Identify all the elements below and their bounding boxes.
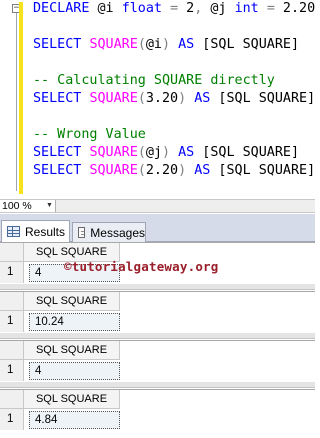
- code-token: (: [137, 37, 146, 52]
- code-token: DECLARE: [33, 1, 90, 16]
- code-token: -- Calculating SQUARE directly: [33, 73, 275, 88]
- code-token: SELECT: [33, 145, 82, 160]
- tab-results-label: Results: [25, 224, 66, 239]
- watermark: ©tutorialgateway.org: [64, 259, 219, 274]
- tab-messages[interactable]: Messages: [72, 222, 146, 242]
- code-line[interactable]: -- Calculating SQUARE directly: [33, 72, 275, 90]
- code-token: 2.20: [274, 1, 315, 16]
- grid-separator[interactable]: [0, 284, 315, 290]
- result-tabs: Results Messages: [0, 214, 315, 242]
- grid-corner[interactable]: [0, 341, 24, 360]
- messages-icon: [78, 227, 86, 238]
- outline-gutter-line: [16, 6, 17, 191]
- code-token: (: [137, 145, 146, 160]
- code-line[interactable]: SELECT SQUARE(3.20) AS [SQL SQUARE]: [33, 90, 315, 108]
- tab-messages-label: Messages: [90, 225, 145, 240]
- grid-separator[interactable]: [0, 382, 315, 388]
- code-line[interactable]: -- Wrong Value: [33, 126, 146, 144]
- code-token: ): [162, 145, 171, 160]
- result-cell[interactable]: 10.24: [29, 313, 120, 331]
- code-token: 2: [178, 1, 195, 16]
- code-token: @i: [145, 37, 162, 52]
- code-token: SQUARE: [89, 37, 138, 52]
- result-cell[interactable]: 4: [29, 362, 120, 380]
- code-line[interactable]: SELECT SQUARE(@i) AS [SQL SQUARE]: [33, 36, 299, 54]
- results-pane: SQL SQUARE 1 4 ©tutorialgateway.org SQL …: [0, 242, 315, 438]
- code-token: (: [137, 163, 146, 178]
- code-token: SQUARE: [89, 145, 138, 160]
- code-line[interactable]: DECLARE @i float = 2, @j int = 2.20: [33, 0, 315, 18]
- row-number[interactable]: 1: [0, 409, 24, 430]
- code-token: ): [178, 91, 187, 106]
- result-grid-4: SQL SQUARE 1 4.84: [0, 389, 315, 431]
- code-token: [SQL SQUARE]: [210, 91, 315, 106]
- code-line[interactable]: SELECT SQUARE(@j) AS [SQL SQUARE]: [33, 144, 299, 162]
- result-grid-2: SQL SQUARE 1 10.24: [0, 291, 315, 333]
- code-token: float: [121, 1, 162, 16]
- editor-status-strip: 100 % ▼: [0, 199, 315, 213]
- code-token: SELECT: [33, 163, 82, 178]
- code-token: =: [266, 1, 275, 16]
- code-token: SELECT: [33, 37, 82, 52]
- query-editor[interactable]: − DECLARE @i float = 2, @j int = 2.20 SEL…: [0, 0, 315, 199]
- grid-corner[interactable]: [0, 390, 24, 409]
- chevron-down-icon[interactable]: ▼: [46, 200, 53, 212]
- code-token: ): [178, 163, 187, 178]
- grid-corner[interactable]: [0, 243, 24, 262]
- code-token: =: [170, 1, 179, 16]
- result-cell[interactable]: 4.84: [29, 411, 120, 429]
- code-token: @j: [145, 145, 162, 160]
- code-token: SQUARE: [89, 163, 138, 178]
- result-grid-3: SQL SQUARE 1 4: [0, 340, 315, 382]
- code-token: AS: [178, 145, 195, 160]
- code-token: [SQL SQUARE]: [194, 37, 300, 52]
- change-tracking-bar: [19, 2, 23, 194]
- column-header[interactable]: SQL SQUARE: [24, 292, 120, 311]
- code-token: AS: [194, 91, 211, 106]
- code-token: SELECT: [33, 91, 82, 106]
- zoom-dropdown[interactable]: 100 % ▼: [0, 200, 56, 212]
- code-line[interactable]: SELECT SQUARE(2.20) AS [SQL SQUARE]: [33, 162, 315, 180]
- code-token: -- Wrong Value: [33, 127, 146, 142]
- code-token: [SQL SQUARE]: [194, 145, 300, 160]
- code-token: AS: [178, 37, 195, 52]
- grid-corner[interactable]: [0, 292, 24, 311]
- column-header[interactable]: SQL SQUARE: [24, 341, 120, 360]
- row-number[interactable]: 1: [0, 262, 24, 283]
- code-token: AS: [194, 163, 211, 178]
- row-number[interactable]: 1: [0, 360, 24, 381]
- grid-separator[interactable]: [0, 333, 315, 339]
- column-header[interactable]: SQL SQUARE: [24, 390, 120, 409]
- code-token: int: [234, 1, 259, 16]
- code-token: SQUARE: [89, 91, 138, 106]
- results-grid-icon: [7, 226, 20, 237]
- code-token: ): [162, 37, 171, 52]
- code-token: (: [137, 91, 146, 106]
- zoom-value: 100 %: [2, 200, 32, 212]
- tab-results[interactable]: Results: [1, 220, 70, 242]
- code-token: @j: [202, 1, 235, 16]
- row-number[interactable]: 1: [0, 311, 24, 332]
- code-token: 3.20: [145, 91, 179, 106]
- code-token: [SQL SQUARE]: [210, 163, 315, 178]
- result-grid-1: SQL SQUARE 1 4 ©tutorialgateway.org: [0, 242, 315, 284]
- code-token: @i: [89, 1, 122, 16]
- code-token: 2.20: [145, 163, 179, 178]
